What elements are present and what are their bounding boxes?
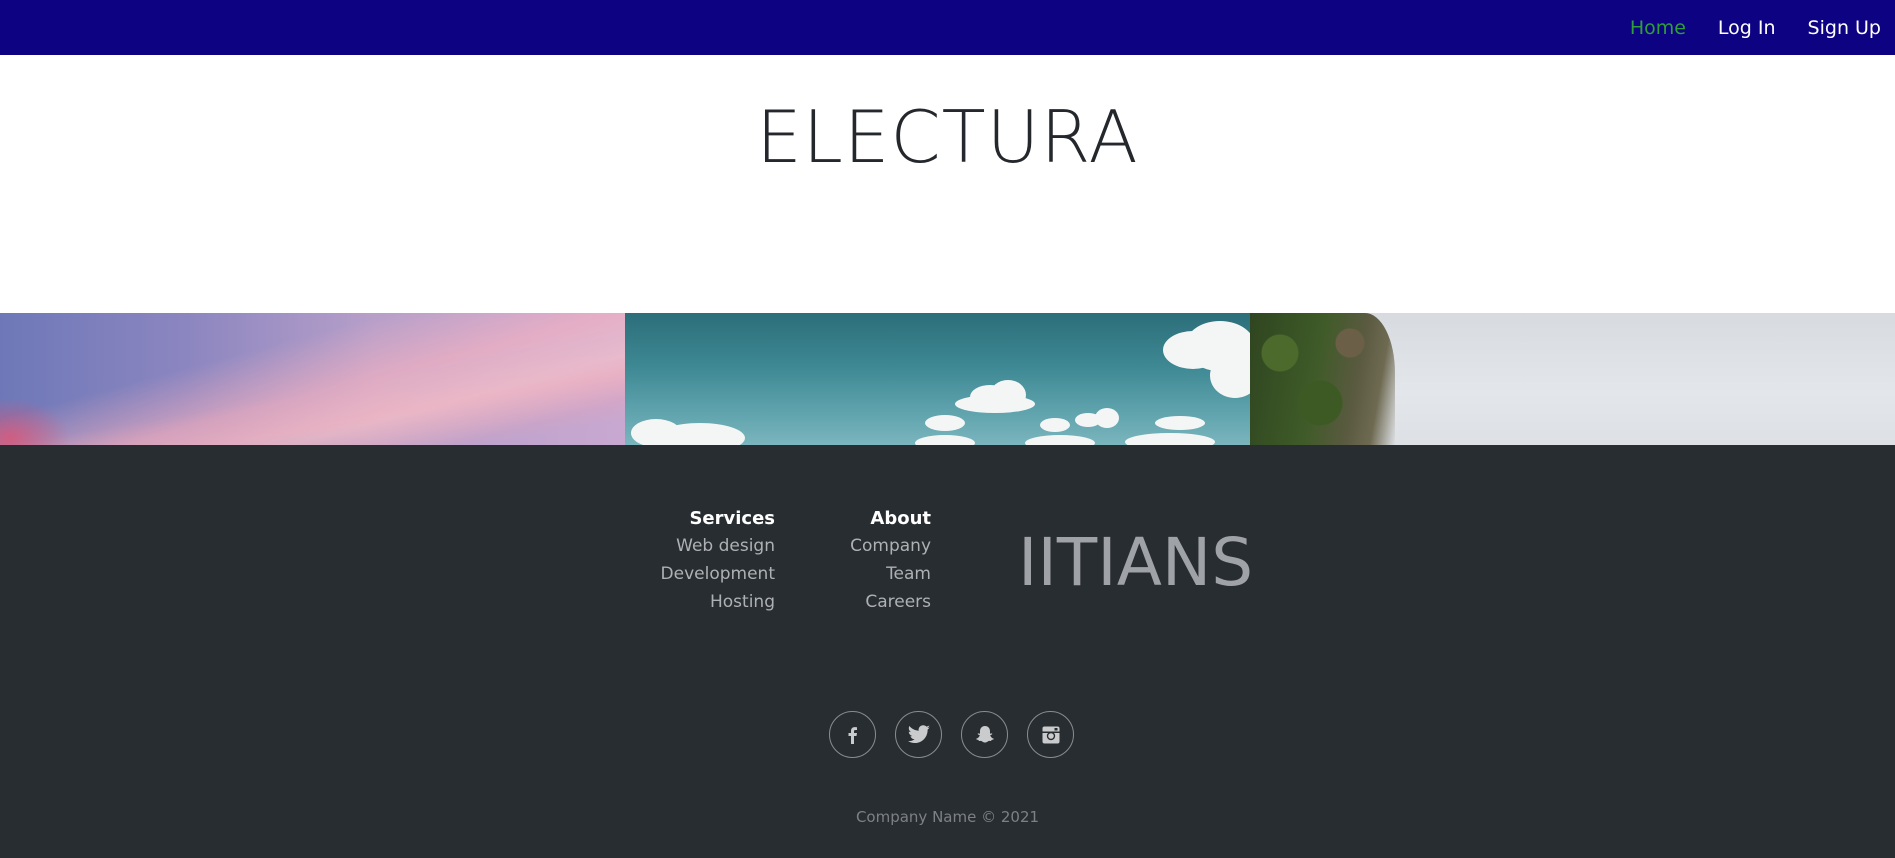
instagram-link[interactable] <box>1027 711 1074 758</box>
cliff-sky-image <box>1250 313 1895 445</box>
snapchat-icon <box>974 724 996 746</box>
footer-link-development[interactable]: Development <box>661 560 775 588</box>
cloudy-sky-image <box>625 313 1250 445</box>
twitter-icon <box>907 724 931 745</box>
social-links <box>829 711 1074 758</box>
footer-link-hosting[interactable]: Hosting <box>661 588 775 616</box>
top-navbar: Home Log In Sign Up <box>0 0 1895 55</box>
nav-links: Home Log In Sign Up <box>1630 0 1881 55</box>
footer-services: Services Web design Development Hosting <box>661 506 775 616</box>
snapchat-link[interactable] <box>961 711 1008 758</box>
hero-section: ELECTURA <box>0 55 1895 313</box>
twitter-link[interactable] <box>895 711 942 758</box>
footer-about: About Company Team Careers <box>850 506 931 616</box>
footer-link-company[interactable]: Company <box>850 532 931 560</box>
footer: Services Web design Development Hosting … <box>0 445 1895 858</box>
nav-link-signup[interactable]: Sign Up <box>1808 17 1881 39</box>
footer-link-web-design[interactable]: Web design <box>661 532 775 560</box>
services-heading: Services <box>689 508 775 529</box>
sunset-sky-image <box>0 313 625 445</box>
nav-link-login[interactable]: Log In <box>1718 17 1776 39</box>
copyright-text: Company Name © 2021 <box>855 808 1040 826</box>
facebook-link[interactable] <box>829 711 876 758</box>
footer-link-careers[interactable]: Careers <box>850 588 931 616</box>
instagram-icon <box>1041 725 1061 745</box>
image-strip <box>0 313 1895 445</box>
footer-link-team[interactable]: Team <box>850 560 931 588</box>
nav-link-home[interactable]: Home <box>1630 17 1686 39</box>
footer-brand: IITIANS <box>1018 524 1254 601</box>
facebook-icon <box>843 725 863 745</box>
about-heading: About <box>870 508 931 529</box>
page-title: ELECTURA <box>756 95 1139 179</box>
